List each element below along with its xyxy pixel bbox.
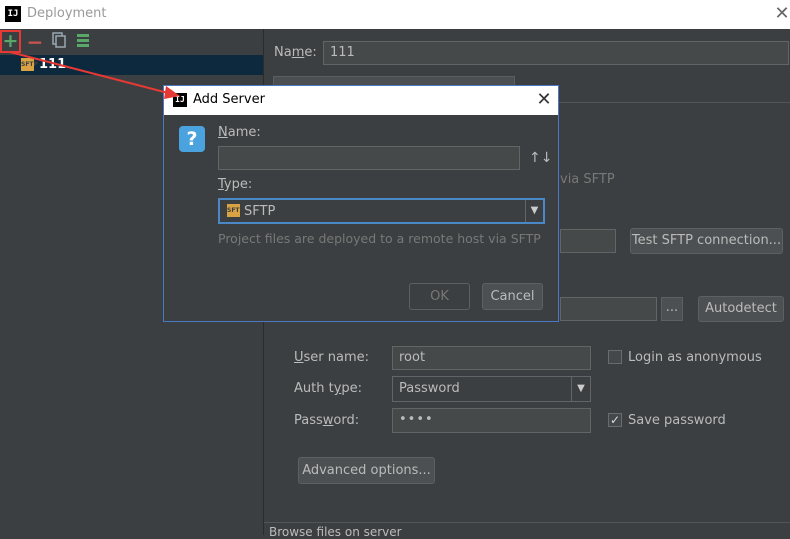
remove-server-button[interactable]: −: [25, 32, 45, 52]
save-password-label[interactable]: Save password: [628, 413, 726, 428]
autodetect-button[interactable]: Autodetect: [698, 296, 784, 322]
chevron-down-icon[interactable]: ▼: [525, 200, 543, 222]
add-server-button[interactable]: +: [0, 30, 21, 53]
window-title: Deployment: [27, 6, 107, 21]
dialog-app-icon: IJ: [173, 93, 187, 107]
ok-button[interactable]: OK: [409, 283, 470, 310]
use-as-default-button[interactable]: [73, 32, 93, 52]
login-anonymous-checkbox[interactable]: [608, 350, 622, 364]
window-titlebar: [0, 0, 790, 29]
dialog-type-value: SFTP: [244, 204, 276, 219]
auth-type-select[interactable]: Password: [392, 376, 591, 402]
copy-icon: [52, 32, 66, 48]
test-connection-button[interactable]: Test SFTP connection...: [630, 228, 783, 254]
server-default-icon: [77, 34, 89, 47]
login-anonymous-label[interactable]: Login as anonymous: [628, 350, 762, 365]
dialog-type-label: Type:: [218, 177, 253, 192]
password-field[interactable]: ••••: [392, 408, 591, 433]
root-path-field[interactable]: [560, 229, 616, 253]
sftp-icon: SFTP: [227, 204, 244, 217]
copy-server-button[interactable]: [49, 32, 69, 52]
chevron-down-icon[interactable]: ▼: [571, 377, 590, 401]
server-list-item-label: 111: [39, 57, 67, 72]
sort-icon[interactable]: ↑↓: [529, 150, 552, 166]
section-divider: [264, 522, 790, 523]
save-password-checkbox[interactable]: ✓: [608, 413, 622, 427]
user-name-field[interactable]: root: [392, 346, 591, 370]
close-icon[interactable]: ✕: [773, 4, 790, 24]
dialog-close-icon[interactable]: ✕: [535, 89, 553, 111]
auth-type-label: Auth type:: [294, 381, 363, 396]
server-name-field[interactable]: 111: [323, 41, 789, 65]
dialog-name-label: Name:: [218, 125, 261, 140]
name-label: Name:: [274, 45, 317, 60]
dialog-type-description: Project files are deployed to a remote h…: [218, 231, 541, 246]
type-description-fragment: via SFTP: [560, 172, 615, 187]
password-label: Password:: [294, 413, 360, 428]
host-field[interactable]: [560, 297, 657, 321]
dialog-title: Add Server: [193, 92, 265, 107]
browse-button[interactable]: ...: [661, 297, 683, 321]
cancel-button[interactable]: Cancel: [482, 283, 543, 310]
question-icon: ?: [179, 126, 205, 152]
browse-files-label: Browse files on server: [269, 525, 402, 539]
app-icon: IJ: [5, 6, 21, 22]
user-name-label: User name:: [294, 350, 370, 365]
sftp-icon: SFTP: [21, 58, 38, 71]
dialog-name-field[interactable]: [218, 146, 520, 170]
advanced-options-button[interactable]: Advanced options...: [298, 457, 435, 484]
